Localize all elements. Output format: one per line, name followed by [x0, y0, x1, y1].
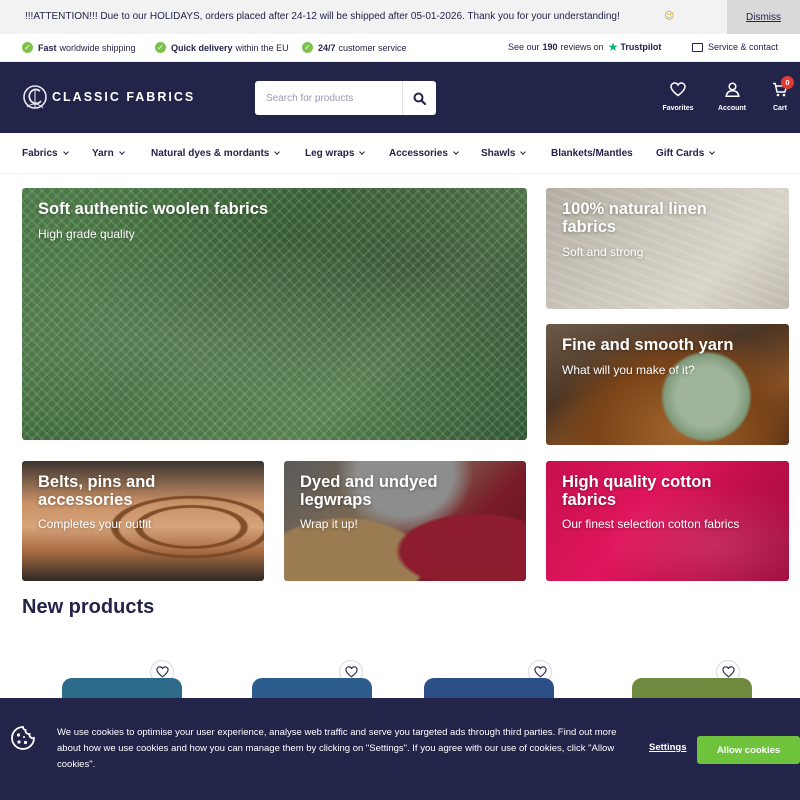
nav-item-accessories[interactable]: Accessories: [389, 148, 459, 159]
nav-item-label: Accessories: [389, 148, 448, 159]
nav-item-label: Gift Cards: [656, 148, 705, 159]
check-icon: ✓: [22, 42, 33, 53]
reviews-prefix: See our: [508, 42, 540, 52]
product-card[interactable]: [402, 650, 582, 702]
category-tile-linen[interactable]: 100% natural linen fabrics Soft and stro…: [546, 188, 789, 309]
search-bar: [255, 81, 436, 115]
heart-icon: [344, 666, 358, 678]
tile-subtitle: Our finest selection cotton fabrics: [562, 517, 740, 531]
usp-item-delivery: ✓ Quick delivery within the EU: [155, 42, 289, 53]
reviews-suffix: reviews on: [560, 42, 604, 52]
category-tile-accessories[interactable]: Belts, pins and accessories Completes yo…: [22, 461, 264, 581]
tile-subtitle: Soft and strong: [562, 245, 644, 259]
tile-subtitle: Completes your outfit: [38, 517, 152, 531]
usp-bold: Fast: [38, 42, 57, 53]
usp-item-shipping: ✓ Fast worldwide shipping: [22, 42, 136, 53]
nav-item-gift-cards[interactable]: Gift Cards: [656, 148, 716, 159]
nav-item-label: Leg wraps: [305, 148, 355, 159]
usp-bold: 24/7: [318, 42, 336, 53]
nav-item-label: Natural dyes & mordants: [151, 148, 270, 159]
cookie-settings-link[interactable]: Settings: [649, 742, 686, 753]
logo-emblem-icon: [23, 85, 47, 109]
logo-text: CLASSIC FABRICS: [52, 90, 196, 104]
nav-item-yarn[interactable]: Yarn: [92, 148, 125, 159]
user-icon: [724, 82, 740, 97]
cart-count-badge: 0: [781, 76, 794, 89]
cart-button[interactable]: 0 Cart: [760, 76, 800, 112]
heart-icon: [533, 666, 547, 678]
tile-subtitle: Wrap it up!: [300, 517, 358, 531]
trustpilot-reviews-link[interactable]: See our 190 reviews on ★ Trustpilot: [508, 40, 662, 54]
heart-icon: [155, 666, 169, 678]
usp-bar: ✓ Fast worldwide shipping ✓ Quick delive…: [0, 34, 800, 62]
tile-subtitle: What will you make of it?: [562, 363, 695, 377]
product-card[interactable]: [22, 650, 202, 702]
usp-item-service: ✓ 24/7 customer service: [302, 42, 407, 53]
account-button[interactable]: Account: [712, 82, 752, 112]
category-tile-wool[interactable]: Soft authentic woolen fabrics High grade…: [22, 188, 527, 440]
site-header: CLASSIC FABRICS Favorites Account 0: [0, 62, 800, 133]
chat-icon: [692, 42, 703, 52]
new-products-heading: New products: [22, 596, 155, 618]
nav-item-label: Shawls: [481, 148, 516, 159]
wink-emoji-icon: 😉: [664, 11, 675, 22]
nav-item-natural-dyes[interactable]: Natural dyes & mordants: [151, 148, 281, 159]
category-tile-cotton[interactable]: High quality cotton fabrics Our finest s…: [546, 461, 789, 581]
nav-item-blankets[interactable]: Blankets/Mantles: [551, 148, 633, 159]
dismiss-button[interactable]: Dismiss: [727, 0, 800, 34]
chevron-down-icon: [274, 149, 281, 155]
allow-cookies-button[interactable]: Allow cookies: [697, 736, 800, 764]
chevron-down-icon: [359, 149, 366, 155]
cart-label: Cart: [772, 105, 787, 112]
product-card[interactable]: [592, 650, 772, 702]
chevron-down-icon: [453, 149, 459, 155]
nav-item-label: Yarn: [92, 148, 114, 159]
chevron-down-icon: [520, 149, 527, 155]
usp-text: customer service: [338, 42, 407, 53]
service-contact-link[interactable]: Service & contact: [692, 42, 778, 52]
check-icon: ✓: [302, 42, 313, 53]
chevron-down-icon: [709, 149, 716, 155]
nav-item-shawls[interactable]: Shawls: [481, 148, 527, 159]
search-button[interactable]: [403, 81, 436, 115]
usp-text: worldwide shipping: [59, 42, 136, 53]
chevron-down-icon: [118, 149, 125, 155]
cookie-icon: [11, 726, 35, 750]
chevron-down-icon: [62, 149, 69, 155]
tile-title: High quality cotton fabrics: [562, 473, 712, 509]
tile-title: 100% natural linen fabrics: [562, 200, 707, 236]
nav-item-fabrics[interactable]: Fabrics: [22, 148, 69, 159]
reviews-count: 190: [542, 42, 558, 52]
main-nav: Fabrics Yarn Natural dyes & mordants Leg…: [0, 133, 800, 174]
tile-title: Fine and smooth yarn: [562, 336, 734, 354]
tile-title: Belts, pins and accessories: [38, 473, 156, 509]
tile-title: Dyed and undyed legwraps: [300, 473, 438, 509]
category-tile-yarn[interactable]: Fine and smooth yarn What will you make …: [546, 324, 789, 445]
service-contact-label: Service & contact: [708, 42, 779, 52]
usp-text: within the EU: [235, 42, 289, 53]
nav-item-label: Blankets/Mantles: [551, 148, 633, 159]
logo-link[interactable]: CLASSIC FABRICS: [22, 83, 195, 111]
account-label: Account: [718, 105, 746, 112]
nav-item-label: Fabrics: [22, 148, 58, 159]
trustpilot-star-icon: ★: [607, 40, 619, 54]
announcement-text: !!!ATTENTION!!! Due to our HOLIDAYS, ord…: [25, 11, 620, 22]
tile-title: Soft authentic woolen fabrics: [38, 200, 269, 218]
cookie-text: We use cookies to optimise your user exp…: [57, 727, 617, 770]
usp-bold: Quick delivery: [171, 42, 233, 53]
trustpilot-name: Trustpilot: [620, 42, 662, 52]
favorites-label: Favorites: [662, 105, 694, 112]
search-input[interactable]: [255, 81, 402, 115]
heart-icon: [670, 82, 686, 97]
search-icon: [413, 92, 426, 105]
announcement-bar: !!!ATTENTION!!! Due to our HOLIDAYS, ord…: [0, 0, 800, 34]
check-icon: ✓: [155, 42, 166, 53]
nav-item-leg-wraps[interactable]: Leg wraps: [305, 148, 366, 159]
tile-subtitle: High grade quality: [38, 227, 135, 241]
product-card[interactable]: [212, 650, 392, 702]
cookie-banner: We use cookies to optimise your user exp…: [0, 698, 800, 800]
favorites-button[interactable]: Favorites: [658, 82, 698, 112]
heart-icon: [721, 666, 735, 678]
category-tile-legwraps[interactable]: Dyed and undyed legwraps Wrap it up!: [284, 461, 526, 581]
